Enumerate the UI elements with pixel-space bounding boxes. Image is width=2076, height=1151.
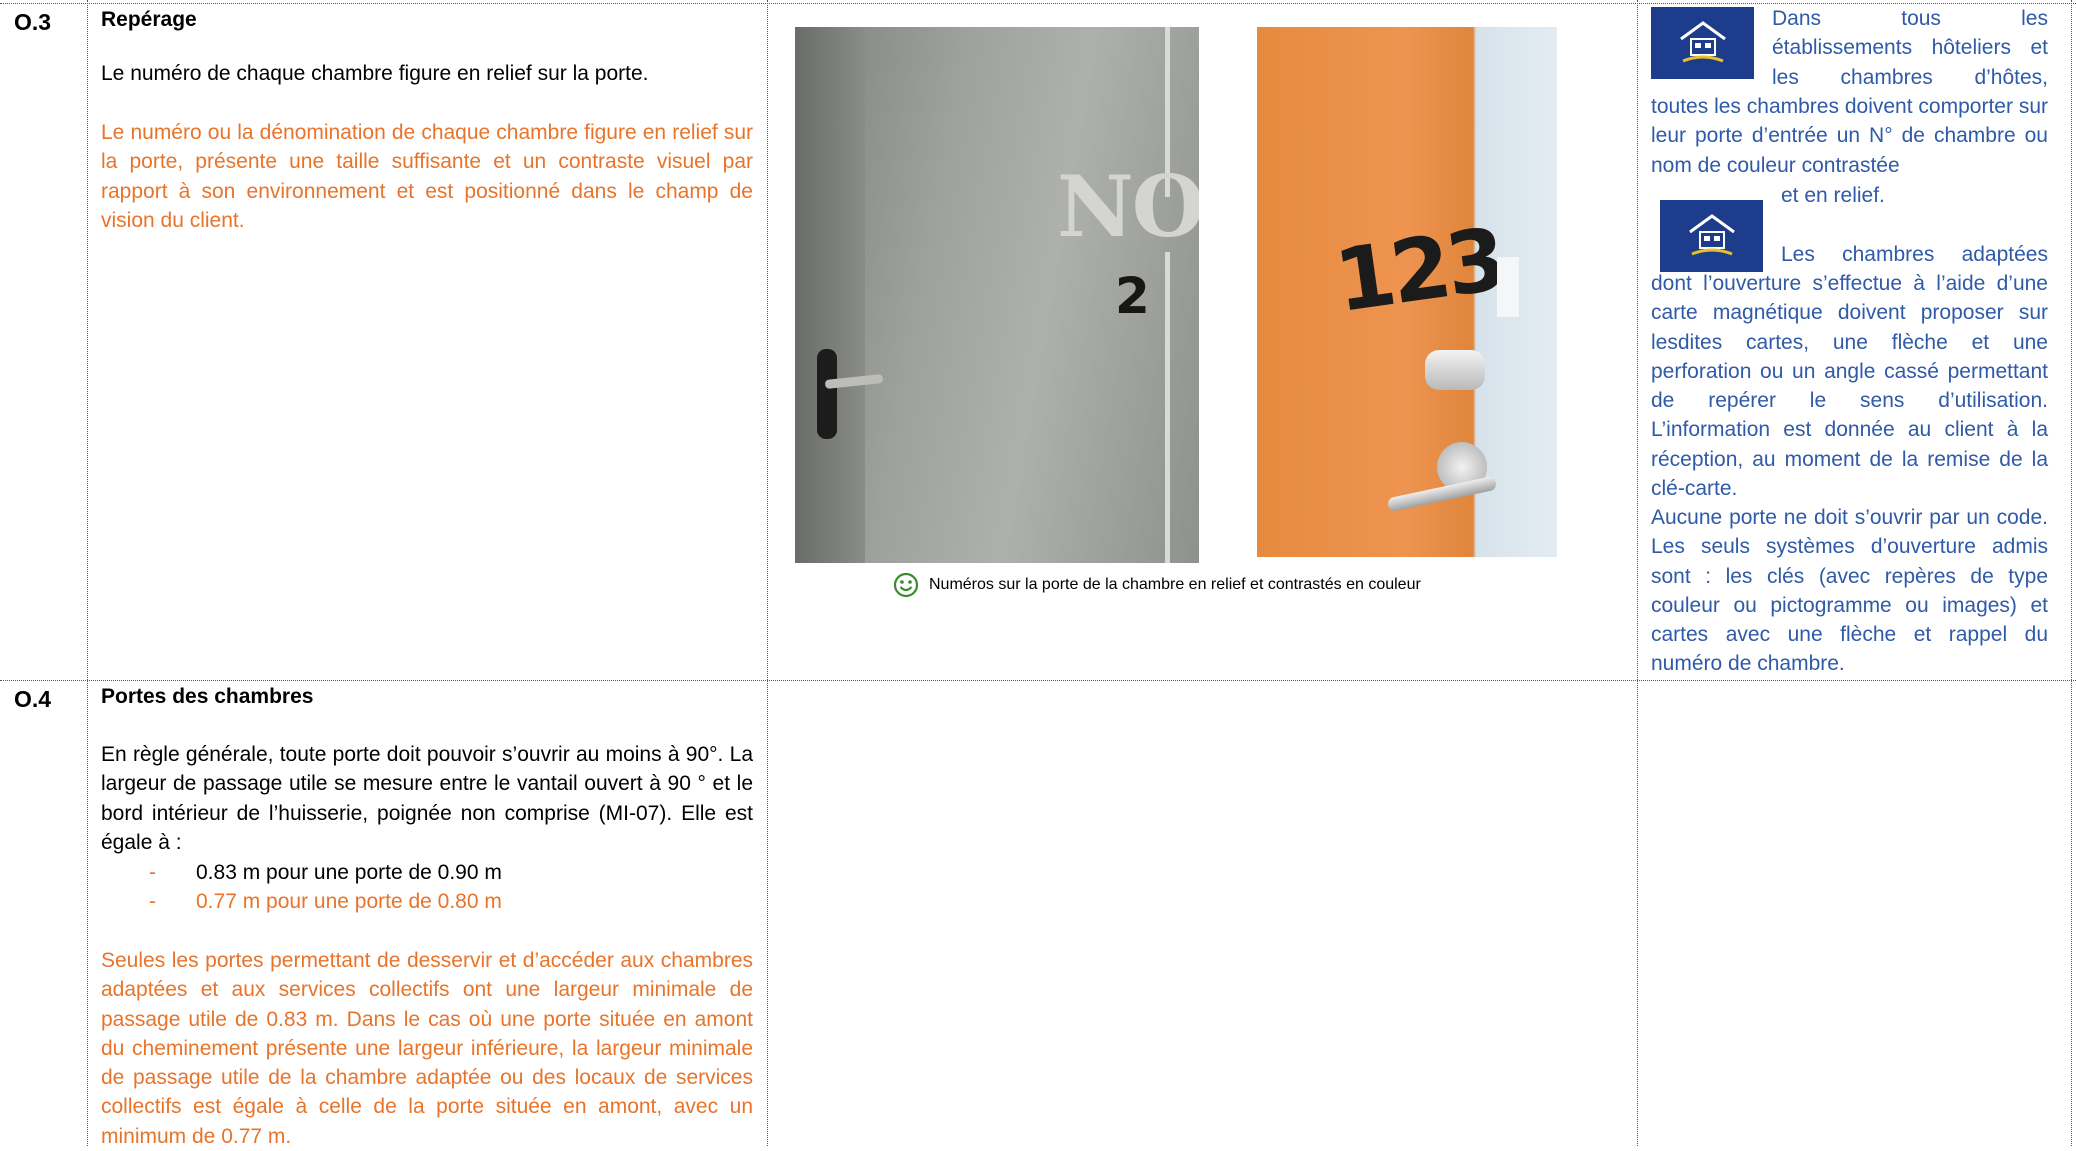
row-divider: [0, 680, 2076, 681]
accessibility-label-logo: [1651, 7, 1754, 79]
photo-caption: Numéros sur la porte de la chambre en re…: [893, 572, 1421, 598]
door-photo-grey: NO 2: [795, 27, 1199, 563]
column-divider: [2071, 0, 2072, 1146]
column-divider: [87, 0, 88, 1146]
door-photo-orange: 123: [1257, 27, 1557, 557]
caption-text: Numéros sur la porte de la chambre en re…: [929, 576, 1421, 593]
door-sign-no: NO: [1057, 157, 1199, 256]
row-code: O.4: [14, 686, 52, 712]
row-title: Portes des chambres: [101, 685, 314, 708]
side-note-para1-end: et en relief.: [1781, 184, 1885, 207]
row-code: O.3: [14, 9, 52, 35]
house-logo-icon: [1688, 214, 1735, 256]
list-item: -0.77 m pour une porte de 0.80 m: [149, 890, 502, 914]
column-divider: [767, 0, 768, 1146]
card-reader: [1425, 350, 1485, 390]
requirement-text: En règle générale, toute porte doit pouv…: [101, 743, 753, 854]
requirement-text-orange: Seules les portes permettant de desservi…: [101, 949, 753, 1148]
side-note-para2: dont l’ouverture s’effectue à l’aide d’u…: [1651, 272, 2048, 501]
column-divider: [1637, 0, 1638, 1146]
width-list: -0.83 m pour une porte de 0.90 m -0.77 m…: [101, 858, 753, 917]
side-note-para2-first: Les chambres adaptées: [1781, 243, 2048, 266]
side-note-para1: toutes les chambres doivent comporter su…: [1651, 95, 2048, 177]
door-number: 123: [1329, 209, 1509, 332]
side-note-intro: Dans tous les établissements hôteliers et le…: [1772, 7, 2048, 89]
requirement-text-orange: Le numéro ou la dénomination de chaque c…: [101, 121, 753, 232]
house-logo-icon: [1679, 21, 1726, 63]
side-note-para3: Aucune porte ne doit s’ouvrir par un cod…: [1651, 506, 2048, 676]
list-item: -0.83 m pour une porte de 0.90 m: [149, 861, 502, 884]
smiley-icon: [893, 572, 919, 598]
row-title: Repérage: [101, 8, 197, 31]
accessibility-label-logo: [1660, 200, 1763, 272]
requirement-text: Le numéro de chaque chambre figure en re…: [101, 62, 649, 85]
row-divider: [0, 3, 2076, 4]
door-number: 2: [1115, 267, 1150, 325]
door-handle: [817, 349, 837, 439]
